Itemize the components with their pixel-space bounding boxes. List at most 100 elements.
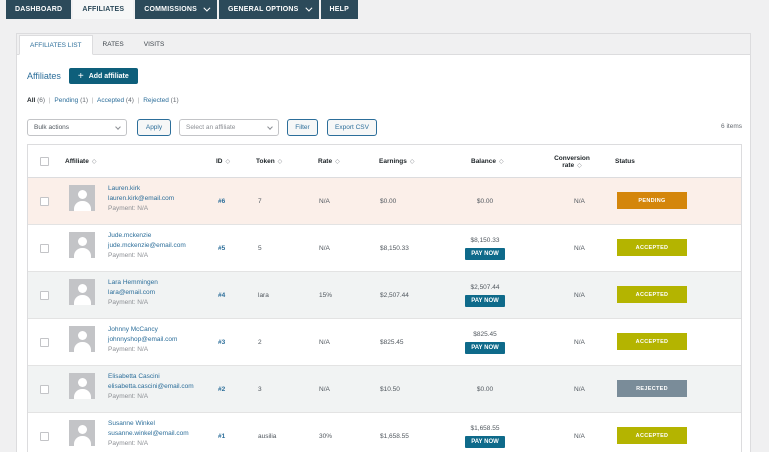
balance-cell: $2,507.44 PAY NOW [450, 272, 520, 318]
col-balance[interactable]: Balance ◇ [471, 145, 504, 178]
row-checkbox[interactable] [40, 431, 49, 441]
affiliate-id[interactable]: #2 [218, 366, 225, 412]
affiliates-table: Affiliate ◇ ID ◇ Token ◇ Rate ◇ Earnings ◇ Ba… [27, 144, 742, 452]
row-select-cell [40, 272, 49, 318]
add-affiliate-button[interactable]: + Add affiliate [68, 68, 138, 84]
affiliate-email[interactable]: lara@email.com [108, 288, 158, 298]
table-row: Elisabetta Cascini elisabetta.cascini@em… [28, 366, 741, 413]
pay-now-button[interactable]: PAY NOW [465, 341, 505, 354]
sort-arrows-icon: ◇ [277, 159, 283, 165]
filter-button[interactable]: Filter [287, 119, 318, 136]
chevron-down-icon [203, 4, 211, 12]
affiliate-email[interactable]: johnnyshop@email.com [108, 335, 177, 345]
affiliate-earnings: $10.50 [380, 385, 400, 393]
affiliate-id[interactable]: #3 [218, 319, 225, 365]
tab-label: DASHBOARD [15, 6, 63, 13]
export-csv-button[interactable]: Export CSV [327, 119, 377, 136]
affiliate-email[interactable]: jude.mckenzie@email.com [108, 241, 186, 251]
filter-pending[interactable]: Pending [54, 97, 78, 104]
affiliate-email[interactable]: lauren.kirk@email.com [108, 194, 174, 204]
tab-affiliates[interactable]: AFFILIATES [73, 0, 134, 19]
affiliate-name[interactable]: Susanne Winkel [108, 419, 189, 429]
affiliate-cell: Susanne Winkel susanne.winkel@email.com … [108, 419, 189, 449]
filter-separator: | [48, 97, 51, 104]
filter-rejected[interactable]: Rejected [143, 97, 169, 104]
pay-now-button[interactable]: PAY NOW [465, 435, 505, 448]
affiliate-cell: Elisabetta Cascini elisabetta.cascini@em… [108, 372, 194, 402]
tab-commissions[interactable]: COMMISSIONS [135, 0, 217, 19]
row-checkbox[interactable] [40, 196, 49, 206]
conversion-rate: N/A [574, 385, 585, 393]
subtab-affiliates-list[interactable]: AFFILIATES LIST [19, 35, 93, 55]
subtab-label: AFFILIATES LIST [30, 41, 82, 49]
affiliate-name[interactable]: Johnny McCancy [108, 325, 177, 335]
bulk-actions-select[interactable]: Bulk actions [27, 119, 127, 136]
pay-now-button[interactable]: PAY NOW [465, 294, 505, 307]
subtabs: AFFILIATES LIST RATES VISITS [17, 34, 750, 55]
status-filters: All (6) | Pending (1) | Accepted (4) | R… [27, 97, 179, 104]
affiliate-email[interactable]: susanne.winkel@email.com [108, 429, 189, 439]
affiliate-name[interactable]: Lara Hemmingen [108, 278, 158, 288]
table-row: Lauren.kirk lauren.kirk@email.com Paymen… [28, 178, 741, 225]
affiliate-id[interactable]: #6 [218, 178, 225, 224]
table-row: Jude.mckenzie jude.mckenzie@email.com Pa… [28, 225, 741, 272]
status-badge: REJECTED [617, 380, 687, 397]
col-id[interactable]: ID ◇ [216, 145, 230, 178]
col-label: Earnings [379, 158, 407, 165]
affiliate-token: 3 [258, 385, 262, 393]
tab-dashboard[interactable]: DASHBOARD [6, 0, 72, 19]
subtab-rates[interactable]: RATES [93, 34, 134, 54]
affiliate-earnings: $2,507.44 [380, 291, 409, 299]
col-affiliate[interactable]: Affiliate ◇ [65, 145, 96, 178]
affiliate-id[interactable]: #1 [218, 413, 225, 452]
affiliate-earnings: $1,658.55 [380, 432, 409, 440]
col-rate[interactable]: Rate ◇ [318, 145, 340, 178]
affiliate-earnings: $0.00 [380, 197, 397, 205]
affiliate-payment: Payment: N/A [108, 252, 149, 259]
affiliate-token: lara [258, 291, 269, 299]
row-select-cell [40, 319, 49, 365]
row-checkbox[interactable] [40, 384, 49, 394]
status-badge: PENDING [617, 192, 687, 209]
row-checkbox[interactable] [40, 337, 49, 347]
col-token[interactable]: Token ◇ [256, 145, 282, 178]
tab-general-options[interactable]: GENERAL OPTIONS [219, 0, 319, 19]
select-all-checkbox[interactable] [40, 157, 49, 166]
row-checkbox[interactable] [40, 290, 49, 300]
row-checkbox[interactable] [40, 243, 49, 253]
table-actions: Bulk actions Apply Select an affiliate F… [27, 119, 742, 136]
page-title: Affiliates [27, 71, 61, 81]
select-all-cell [40, 145, 49, 178]
subtab-label: RATES [102, 40, 124, 48]
affiliate-balance: $1,658.55 [470, 424, 500, 432]
affiliate-cell: Lauren.kirk lauren.kirk@email.com Paymen… [108, 184, 174, 214]
affiliate-token: ausilia [258, 432, 277, 440]
status-badge: ACCEPTED [617, 333, 687, 350]
affiliate-cell: Johnny McCancy johnnyshop@email.com Paym… [108, 325, 177, 355]
col-conversion-rate[interactable]: Conversion rate ◇ [550, 145, 594, 178]
table-row: Lara Hemmingen lara@email.com Payment: N… [28, 272, 741, 319]
tab-help[interactable]: HELP [320, 0, 359, 19]
pay-now-button[interactable]: PAY NOW [465, 247, 505, 260]
select-affiliate-input[interactable]: Select an affiliate [179, 119, 279, 136]
affiliate-payment: Payment: N/A [108, 440, 149, 447]
affiliate-id[interactable]: #4 [218, 272, 225, 318]
filter-separator: | [137, 97, 140, 104]
affiliate-id[interactable]: #5 [218, 225, 225, 271]
affiliate-name[interactable]: Lauren.kirk [108, 184, 174, 194]
filter-all[interactable]: All [27, 97, 35, 104]
apply-label: Apply [145, 124, 163, 131]
affiliate-balance: $825.45 [473, 330, 497, 338]
affiliate-name[interactable]: Elisabetta Cascini [108, 372, 194, 382]
col-earnings[interactable]: Earnings ◇ [379, 145, 414, 178]
row-select-cell [40, 225, 49, 271]
add-affiliate-label: Add affiliate [88, 72, 129, 80]
affiliate-payment: Payment: N/A [108, 299, 149, 306]
apply-button[interactable]: Apply [137, 119, 171, 136]
filter-accepted[interactable]: Accepted [97, 97, 124, 104]
filter-count: (6) [37, 97, 46, 104]
affiliate-name[interactable]: Jude.mckenzie [108, 231, 186, 241]
subtab-visits[interactable]: VISITS [134, 34, 175, 54]
avatar [69, 373, 95, 399]
affiliate-email[interactable]: elisabetta.cascini@email.com [108, 382, 194, 392]
